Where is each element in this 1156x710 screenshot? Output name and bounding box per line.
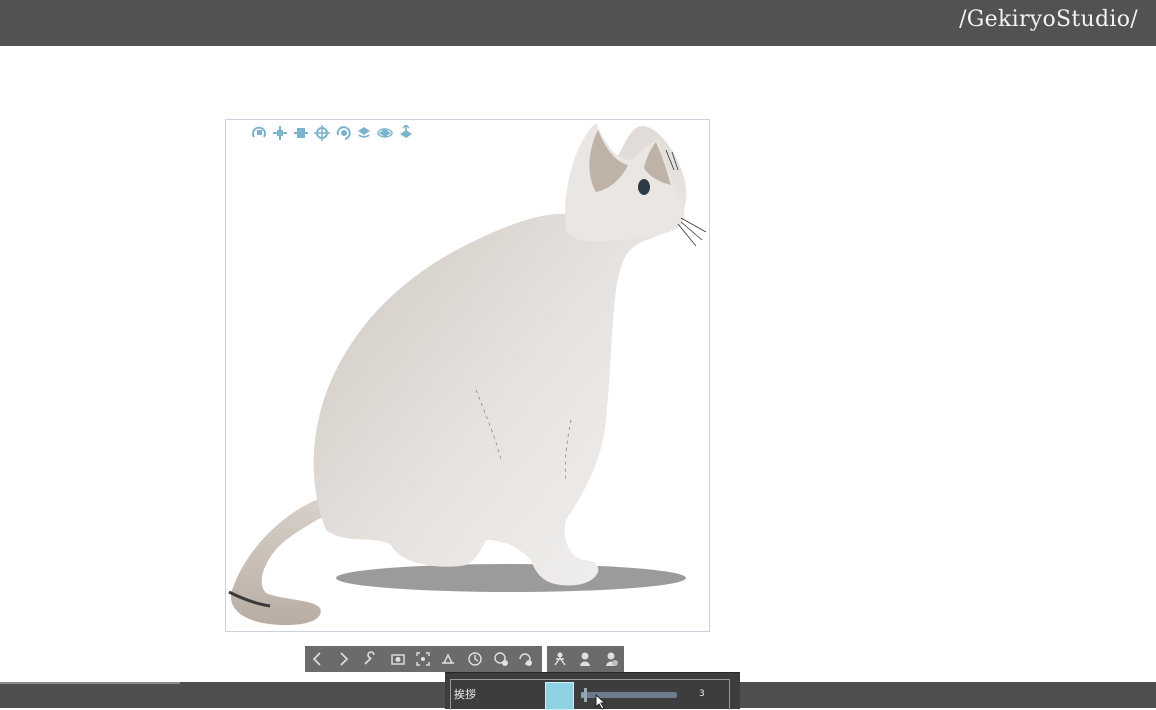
rotate-camera-icon[interactable] (250, 124, 268, 142)
rotate-object-icon[interactable] (334, 124, 352, 142)
rotate-object-plane-icon[interactable] (376, 124, 394, 142)
cat-tail (230, 500, 336, 625)
hand-icon[interactable] (597, 646, 624, 672)
object-manipulator (250, 123, 415, 143)
object-launcher-toolbar (305, 646, 542, 672)
property-value: 3 (699, 689, 705, 699)
property-slider-handle[interactable] (583, 688, 587, 702)
3d-canvas[interactable] (225, 119, 710, 632)
settings-icon[interactable] (489, 646, 513, 672)
cat-eye (638, 179, 650, 195)
pose-icon[interactable] (547, 646, 573, 672)
previous-icon[interactable] (305, 646, 331, 672)
floor-shadow (336, 564, 686, 592)
pan-camera-icon[interactable] (271, 124, 289, 142)
reset-icon[interactable] (513, 646, 537, 672)
clock-icon[interactable] (461, 646, 489, 672)
property-swatch[interactable] (545, 682, 574, 710)
camera-icon[interactable] (385, 646, 411, 672)
property-row: 挨拶 3 (450, 679, 730, 710)
dolly-camera-icon[interactable] (292, 124, 310, 142)
ground-icon[interactable] (435, 646, 461, 672)
bottom-bar-accent (0, 682, 180, 684)
pose-toolbar (547, 646, 624, 672)
top-bar: /GekiryoStudio/ (0, 0, 1156, 46)
next-icon[interactable] (331, 646, 355, 672)
wrench-icon[interactable] (355, 646, 385, 672)
move-object-plane-icon[interactable] (397, 124, 415, 142)
move-object-icon[interactable] (313, 124, 331, 142)
rotate-object-ground-icon[interactable] (355, 124, 373, 142)
fit-view-icon[interactable] (411, 646, 435, 672)
brand-text: /GekiryoStudio/ (959, 7, 1138, 32)
cat-3d-model[interactable] (226, 120, 709, 631)
figure-icon[interactable] (573, 646, 597, 672)
property-panel: 挨拶 3 (445, 672, 740, 710)
property-label: 挨拶 (454, 688, 476, 701)
